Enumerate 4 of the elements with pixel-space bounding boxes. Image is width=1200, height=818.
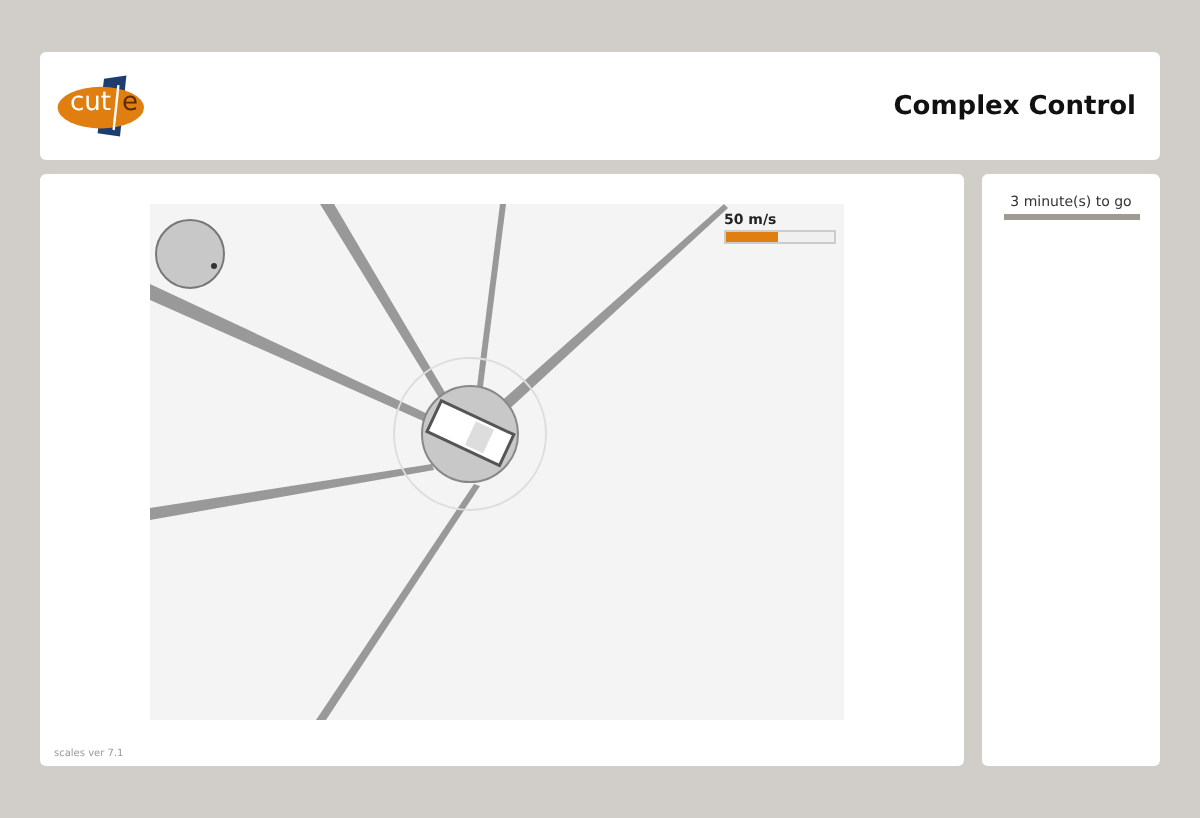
logo-text: e xyxy=(122,90,138,118)
radar-drawing xyxy=(155,219,225,289)
logo-text: cut xyxy=(70,90,111,118)
page-title: Complex Control xyxy=(893,91,1136,121)
